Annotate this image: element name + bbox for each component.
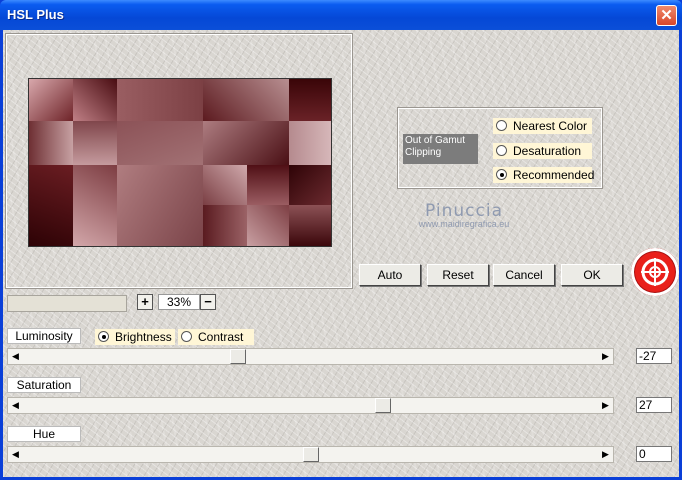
slider-thumb[interactable] [229, 349, 246, 364]
slider-thumb[interactable] [375, 398, 392, 413]
close-icon: ✕ [660, 7, 673, 24]
dialog-body: Out of Gamut Clipping Nearest Color Desa… [3, 30, 679, 477]
cancel-button[interactable]: Cancel [493, 264, 555, 286]
radio-desaturation[interactable]: Desaturation [493, 143, 592, 159]
saturation-label: Saturation [7, 377, 81, 393]
slider-thumb[interactable] [302, 447, 319, 462]
watermark-name: Pinuccia [425, 201, 503, 221]
reset-button[interactable]: Reset [427, 264, 489, 286]
luminosity-value[interactable]: -27 [636, 348, 672, 364]
radio-label: Nearest Color [513, 119, 588, 133]
watermark: Pinuccia www.maidiregrafica.eu [399, 201, 529, 229]
arrow-left-icon[interactable]: ◀ [9, 448, 22, 461]
arrow-right-icon[interactable]: ▶ [599, 399, 612, 412]
hue-slider[interactable]: ◀ ▶ [7, 446, 614, 463]
watermark-url: www.maidiregrafica.eu [418, 219, 510, 229]
radio-label: Contrast [198, 330, 244, 344]
radio-nearest-color[interactable]: Nearest Color [493, 118, 592, 134]
dialog-window: HSL Plus ✕ Out of Gamut Clipping Nearest… [0, 0, 682, 480]
arrow-right-icon[interactable]: ▶ [599, 448, 612, 461]
saturation-value[interactable]: 27 [636, 397, 672, 413]
auto-button[interactable]: Auto [359, 264, 421, 286]
radio-recommended[interactable]: Recommended [493, 167, 595, 183]
gamut-label: Out of Gamut Clipping [403, 134, 478, 164]
zoom-navigator[interactable] [7, 295, 127, 312]
radio-brightness[interactable]: Brightness [95, 329, 175, 345]
zoom-in-button[interactable]: + [137, 294, 153, 310]
radio-label: Desaturation [513, 144, 582, 158]
radio-contrast[interactable]: Contrast [178, 329, 254, 345]
saturation-slider[interactable]: ◀ ▶ [7, 397, 614, 414]
image-preview[interactable] [28, 78, 332, 247]
close-button[interactable]: ✕ [656, 5, 677, 26]
arrow-right-icon[interactable]: ▶ [599, 350, 612, 363]
radio-selected-icon [98, 331, 109, 342]
arrow-left-icon[interactable]: ◀ [9, 350, 22, 363]
radio-label: Recommended [513, 168, 595, 182]
window-title: HSL Plus [7, 7, 64, 22]
hue-value[interactable]: 0 [636, 446, 672, 462]
radio-circle-icon [496, 120, 507, 131]
arrow-left-icon[interactable]: ◀ [9, 399, 22, 412]
radio-circle-icon [181, 331, 192, 342]
radio-selected-icon [496, 169, 507, 180]
luminosity-slider[interactable]: ◀ ▶ [7, 348, 614, 365]
title-bar[interactable]: HSL Plus ✕ [0, 0, 682, 30]
help-button[interactable] [631, 248, 679, 296]
lifebuoy-icon [641, 258, 669, 286]
hue-label: Hue [7, 426, 81, 442]
radio-circle-icon [496, 145, 507, 156]
zoom-out-button[interactable]: − [200, 294, 216, 310]
ok-button[interactable]: OK [561, 264, 623, 286]
zoom-level: 33% [158, 294, 200, 310]
radio-label: Brightness [115, 330, 172, 344]
luminosity-label: Luminosity [7, 328, 81, 344]
